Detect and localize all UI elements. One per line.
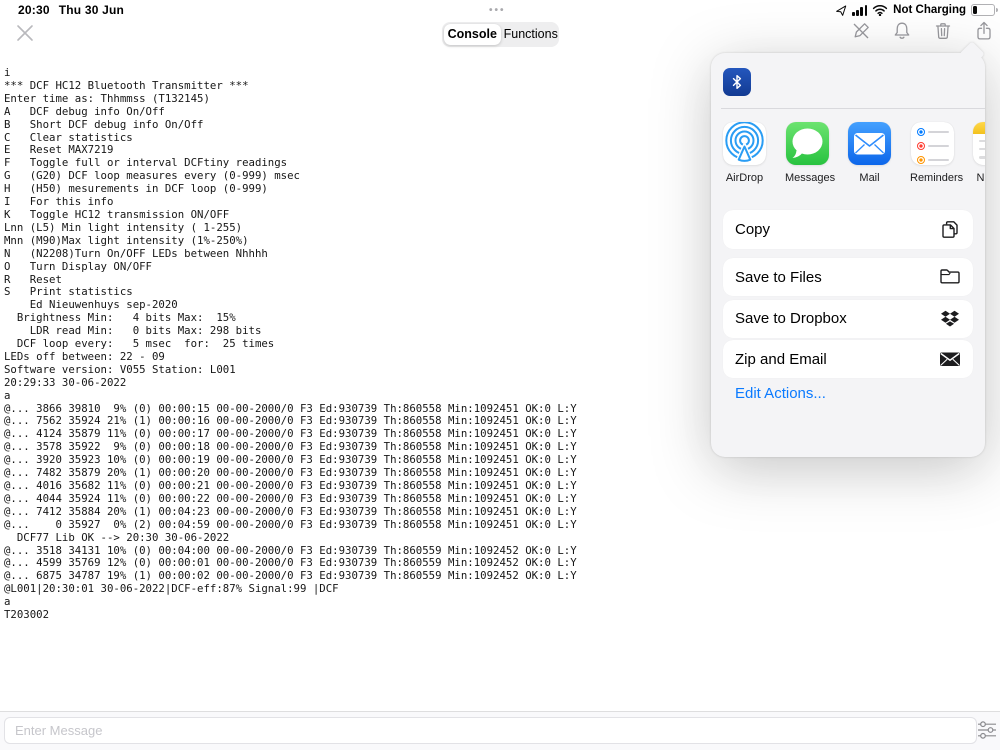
cellular-signal-icon bbox=[852, 4, 868, 16]
pencil-slash-icon[interactable] bbox=[850, 20, 872, 42]
airdrop-label: AirDrop bbox=[725, 172, 764, 184]
zip-and-email-label: Zip and Email bbox=[735, 350, 827, 368]
edit-actions-link[interactable]: Edit Actions... bbox=[735, 385, 826, 402]
action-zip-and-email[interactable]: Zip and Email bbox=[723, 340, 973, 378]
console-output-area[interactable]: i *** DCF HC12 Bluetooth Transmitter ***… bbox=[4, 66, 700, 710]
tab-console[interactable]: Console bbox=[444, 24, 501, 45]
copy-label: Copy bbox=[735, 221, 771, 238]
notes-icon bbox=[973, 122, 985, 165]
save-to-files-label: Save to Files bbox=[735, 268, 822, 286]
dropbox-icon bbox=[939, 308, 961, 330]
messages-label: Messages bbox=[785, 172, 836, 184]
popover-divider bbox=[721, 108, 985, 109]
messages-icon bbox=[785, 122, 829, 165]
reminders-app[interactable]: Reminders bbox=[910, 122, 964, 184]
close-icon[interactable] bbox=[15, 23, 35, 43]
console-functions-segmented-control: Console Functions bbox=[442, 22, 559, 47]
status-time-date: 20:30 Thu 30 Jun bbox=[18, 3, 124, 17]
mail-icon bbox=[848, 122, 891, 165]
battery-icon bbox=[971, 3, 998, 17]
mail-label: Mail bbox=[859, 172, 880, 184]
battery-status-label: Not Charging bbox=[893, 4, 966, 16]
tab-functions[interactable]: Functions bbox=[503, 22, 560, 47]
wifi-icon bbox=[872, 4, 888, 16]
bell-icon[interactable] bbox=[891, 20, 913, 42]
envelope-filled-icon bbox=[939, 348, 961, 370]
share-icon[interactable] bbox=[973, 20, 995, 42]
action-copy[interactable]: Copy bbox=[723, 210, 973, 249]
action-save-to-dropbox[interactable]: Save to Dropbox bbox=[723, 299, 973, 338]
sliders-settings-icon[interactable] bbox=[977, 721, 997, 739]
share-sheet-popover: AirDrop Messages Mail Reminders N Copy S… bbox=[711, 41, 985, 457]
location-arrow-icon bbox=[835, 4, 847, 17]
status-time: 20:30 bbox=[18, 3, 50, 17]
terminal-app-screen: 20:30 Thu 30 Jun ••• Not Charging Consol… bbox=[0, 0, 1000, 750]
status-date: Thu 30 Jun bbox=[58, 3, 125, 17]
save-to-dropbox-label: Save to Dropbox bbox=[735, 310, 847, 327]
notes-label-truncated: N bbox=[976, 172, 985, 184]
copy-icon bbox=[939, 219, 961, 241]
message-bar bbox=[0, 711, 1000, 750]
multitasking-dots-indicator: ••• bbox=[489, 5, 506, 16]
airdrop-icon bbox=[723, 122, 766, 165]
folder-icon bbox=[939, 266, 961, 288]
status-bar: 20:30 Thu 30 Jun ••• Not Charging bbox=[0, 0, 1000, 20]
notes-app[interactable]: N bbox=[973, 122, 985, 184]
toolbar: Console Functions bbox=[0, 20, 1000, 50]
trash-icon[interactable] bbox=[932, 20, 954, 42]
reminders-icon bbox=[910, 122, 954, 165]
action-save-to-files[interactable]: Save to Files bbox=[723, 258, 973, 296]
message-input[interactable] bbox=[4, 717, 977, 744]
reminders-label: Reminders bbox=[910, 172, 964, 184]
bluetooth-source-icon bbox=[723, 68, 751, 96]
console-output-text: i *** DCF HC12 Bluetooth Transmitter ***… bbox=[4, 66, 577, 622]
messages-app[interactable]: Messages bbox=[785, 122, 836, 184]
mail-app[interactable]: Mail bbox=[848, 122, 892, 184]
airdrop-app[interactable]: AirDrop bbox=[723, 122, 767, 184]
